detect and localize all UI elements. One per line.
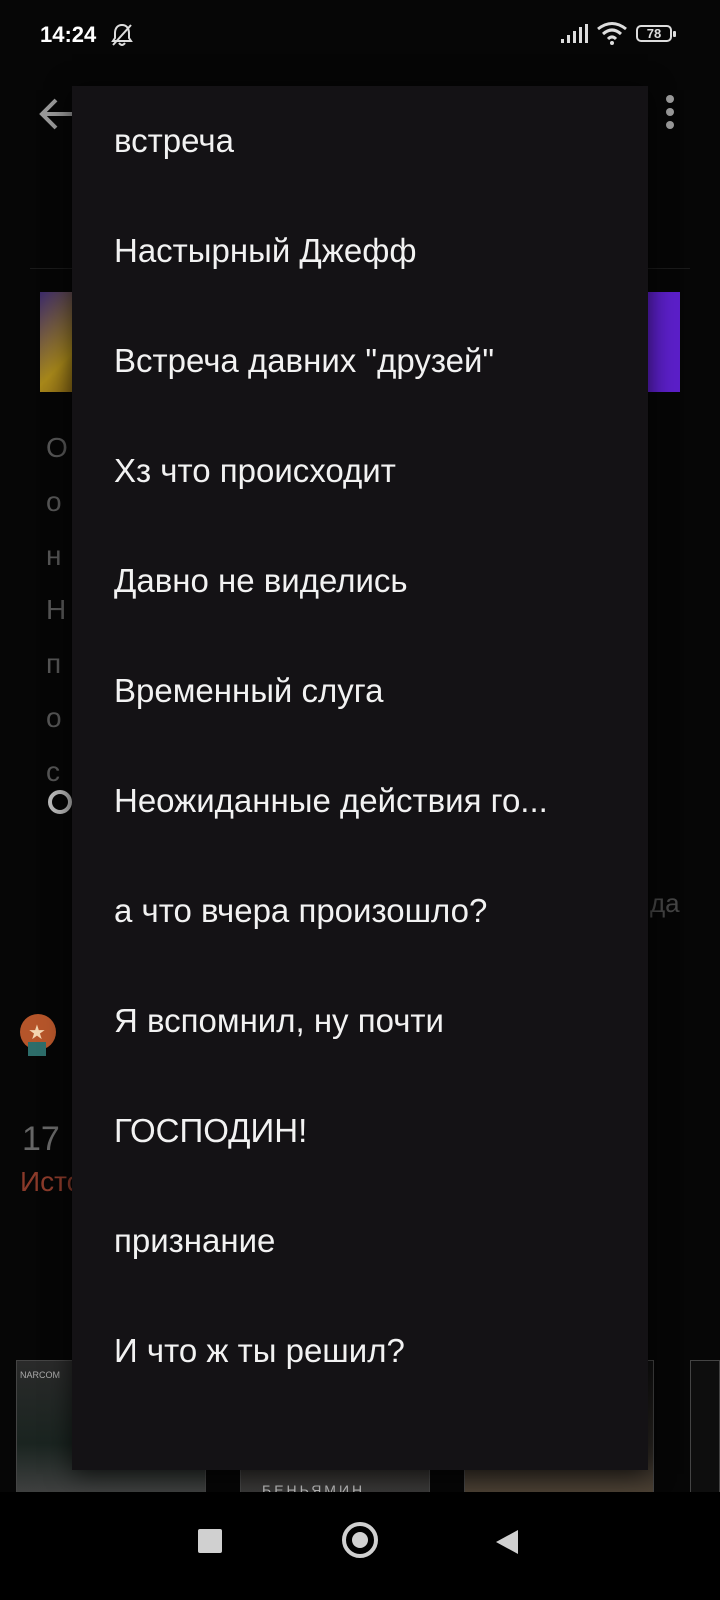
menu-item[interactable]: Встреча давних "друзей" xyxy=(72,306,648,416)
chapter-menu: встреча Настырный Джефф Встреча давних "… xyxy=(72,86,648,1470)
status-time: 14:24 xyxy=(40,22,97,47)
thumb-caption: NARCOM xyxy=(20,1370,60,1380)
home-icon[interactable] xyxy=(342,1522,378,1558)
peek-text: О xyxy=(46,432,68,463)
peek-text: о xyxy=(46,702,62,733)
recents-icon[interactable] xyxy=(198,1529,222,1553)
menu-item[interactable]: ГОСПОДИН! xyxy=(72,1076,648,1186)
menu-item[interactable]: Настырный Джефф xyxy=(72,196,648,306)
menu-item[interactable]: Неожиданные действия го... xyxy=(72,746,648,856)
star-icon: ★ xyxy=(28,1022,46,1044)
menu-item[interactable]: Временный слуга xyxy=(72,636,648,746)
peek-text: с xyxy=(46,756,60,787)
copyright-icon xyxy=(48,790,72,814)
recommendation-thumb[interactable] xyxy=(690,1360,720,1500)
peek-button-text[interactable]: да xyxy=(650,888,680,919)
peek-text: н xyxy=(46,540,62,571)
menu-item[interactable]: признание xyxy=(72,1186,648,1296)
peek-text: о xyxy=(46,486,62,517)
peek-text: Н xyxy=(46,594,67,625)
back-icon[interactable] xyxy=(494,1528,520,1561)
peek-text: п xyxy=(46,648,62,679)
status-bar: 14:24 78 xyxy=(0,0,720,72)
signal-icon xyxy=(560,24,588,49)
menu-item[interactable]: Хз что происходит xyxy=(72,416,648,526)
menu-item[interactable]: Я вспомнил, ну почти xyxy=(72,966,648,1076)
menu-item[interactable]: встреча xyxy=(72,86,648,196)
screen: 14:24 78 О о н Н п о с да ★ 17 Исто NARC… xyxy=(0,0,720,1600)
menu-item[interactable]: И что ж ты решил? xyxy=(72,1296,648,1406)
battery-level: 78 xyxy=(646,26,662,41)
peek-count: 17 xyxy=(22,1120,60,1158)
battery-icon: 78 xyxy=(636,25,676,42)
bell-off-icon xyxy=(110,22,134,53)
more-options-icon[interactable] xyxy=(664,94,676,135)
navigation-bar xyxy=(0,1492,720,1600)
menu-item[interactable]: Давно не виделись xyxy=(72,526,648,636)
wifi-icon xyxy=(596,21,628,50)
menu-item[interactable]: а что вчера произошло? xyxy=(72,856,648,966)
